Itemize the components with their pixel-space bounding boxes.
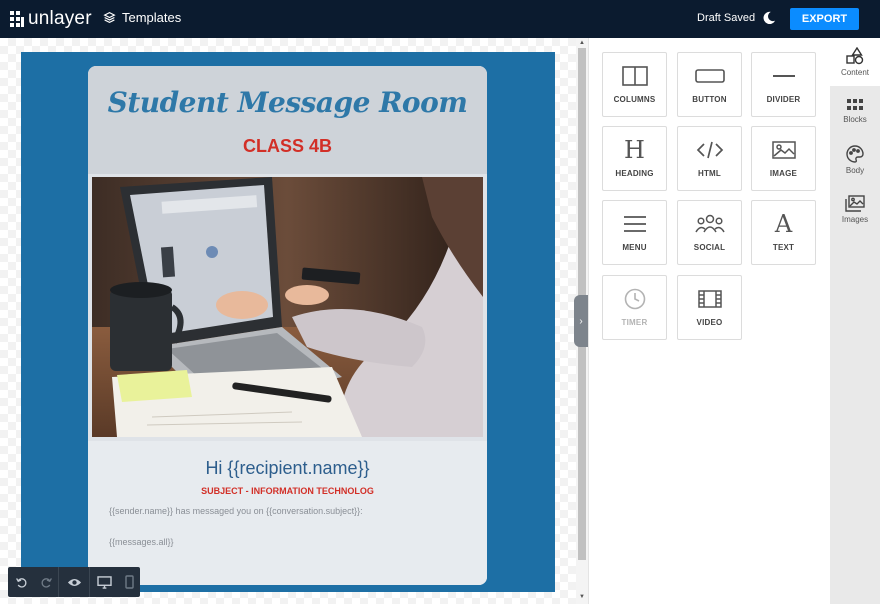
tool-html[interactable]: HTML (677, 126, 742, 191)
tool-heading[interactable]: H HEADING (602, 126, 667, 191)
redo-icon (41, 577, 52, 588)
desktop-view-button[interactable] (90, 567, 118, 597)
email-header (88, 66, 487, 174)
tool-menu[interactable]: MENU (602, 200, 667, 265)
video-icon (697, 290, 722, 308)
tool-label: VIDEO (696, 318, 723, 327)
tool-label: DIVIDER (766, 95, 801, 104)
tool-label: BUTTON (692, 95, 727, 104)
templates-label: Templates (122, 10, 182, 25)
email-card[interactable]: Student Message Room CLASS 4B Hi {{recip… (88, 66, 487, 585)
layers-icon (103, 11, 116, 24)
laptop-photo-image (92, 177, 483, 437)
sidebar-label: Body (845, 166, 865, 175)
text-icon: A (774, 210, 793, 238)
tool-button[interactable]: BUTTON (677, 52, 742, 117)
tool-image[interactable]: IMAGE (751, 126, 816, 191)
sidebar-item-body[interactable]: Body (830, 136, 880, 184)
dark-mode-moon-icon[interactable] (762, 11, 776, 25)
sidebar-label: Blocks (843, 115, 867, 124)
tool-columns[interactable]: COLUMNS (602, 52, 667, 117)
columns-icon (621, 66, 648, 86)
heading-icon: H (624, 136, 645, 164)
tool-label: IMAGE (769, 169, 798, 178)
hero-photo[interactable] (92, 177, 483, 437)
palette-icon (846, 145, 864, 163)
social-icon (694, 214, 725, 233)
tool-social[interactable]: SOCIAL (677, 200, 742, 265)
tool-label: COLUMNS (613, 95, 656, 104)
redo-button[interactable] (34, 567, 58, 597)
menu-icon (623, 216, 646, 232)
tool-label: HEADING (615, 169, 654, 178)
tool-label: MENU (622, 243, 647, 252)
email-title[interactable]: Student Message Room (88, 86, 487, 119)
tool-label: SOCIAL (693, 243, 726, 252)
sidebar-item-content[interactable]: Content (830, 38, 880, 86)
tool-divider[interactable]: DIVIDER (751, 52, 816, 117)
class-label[interactable]: CLASS 4B (88, 136, 487, 157)
tool-video[interactable]: VIDEO (677, 275, 742, 340)
scroll-up-arrow-icon[interactable]: ▲ (579, 40, 585, 46)
desktop-icon (96, 575, 112, 589)
content-tools-panel: COLUMNS BUTTON DIVIDER H HEADING HTML IM… (588, 38, 830, 604)
subject-line[interactable]: SUBJECT - INFORMATION TECHNOLOG (88, 486, 487, 496)
unlayer-logo[interactable]: unlayer (10, 8, 92, 30)
blocks-icon (847, 99, 863, 110)
tool-text[interactable]: A TEXT (751, 200, 816, 265)
tool-label: HTML (697, 169, 721, 178)
sidebar-item-blocks[interactable]: Blocks (830, 87, 880, 135)
draft-status: Draft Saved (697, 12, 756, 24)
logo-mark-icon (10, 10, 24, 28)
divider-icon (772, 75, 795, 77)
image-icon (771, 141, 796, 159)
chevron-right-icon: › (579, 315, 583, 327)
sidebar-label: Images (841, 214, 869, 224)
code-icon (696, 141, 723, 159)
timer-icon (624, 288, 645, 310)
mobile-view-button[interactable] (118, 567, 140, 597)
message-line[interactable]: {{sender.name}} has messaged you on {{co… (109, 506, 363, 516)
mobile-icon (124, 575, 134, 589)
button-icon (694, 69, 725, 83)
messages-all-line[interactable]: {{messages.all}} (109, 537, 174, 547)
panel-collapse-handle[interactable]: › (574, 295, 588, 347)
eye-icon (67, 578, 81, 586)
templates-link[interactable]: Templates (103, 10, 181, 25)
tool-label: TIMER (621, 318, 648, 327)
canvas-toolbar (8, 567, 140, 597)
tool-label: TEXT (772, 243, 795, 252)
tool-timer[interactable]: TIMER (602, 275, 667, 340)
greeting-text[interactable]: Hi {{recipient.name}} (88, 458, 487, 479)
images-icon (845, 194, 865, 212)
export-button[interactable]: EXPORT (790, 8, 859, 30)
shapes-icon (846, 47, 864, 65)
undo-icon (15, 577, 26, 588)
preview-button[interactable] (59, 567, 89, 597)
undo-button[interactable] (8, 567, 34, 597)
editor-canvas: Student Message Room CLASS 4B Hi {{recip… (0, 38, 588, 604)
editor-sidebar: Content Blocks Body Images (830, 38, 880, 604)
sidebar-item-images[interactable]: Images (830, 185, 880, 233)
scroll-down-arrow-icon[interactable]: ▼ (579, 594, 585, 600)
logo-text: unlayer (28, 8, 92, 29)
sidebar-label: Content (840, 68, 870, 77)
top-bar: unlayer Templates Draft Saved EXPORT (0, 0, 880, 38)
